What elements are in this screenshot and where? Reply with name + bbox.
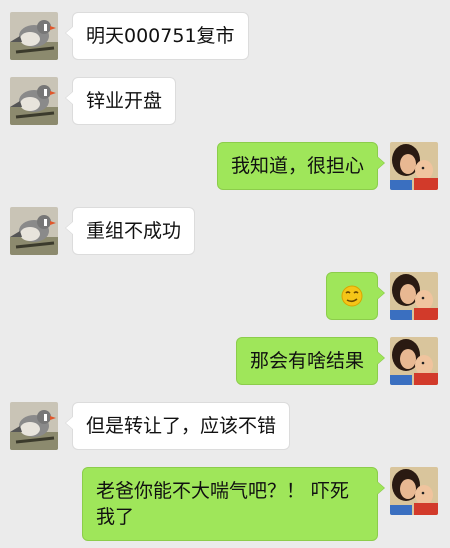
message-text: 我知道，很担心	[230, 155, 364, 177]
message-text: 老爸你能不大喘气吧？！ 吓死我了	[96, 480, 350, 528]
bird-avatar[interactable]	[10, 402, 58, 450]
bird-avatar[interactable]	[10, 207, 58, 255]
message-text: 重组不成功	[86, 220, 182, 242]
mother-child-avatar[interactable]	[390, 142, 438, 190]
message-bubble[interactable]: 老爸你能不大喘气吧？！ 吓死我了	[82, 467, 385, 541]
message-bubble[interactable]: 但是转让了，应该不错	[64, 402, 291, 450]
message-row: 我知道，很担心	[0, 142, 450, 192]
bird-avatar[interactable]	[10, 77, 58, 125]
bird-avatar[interactable]	[10, 12, 58, 60]
message-bubble[interactable]: 我知道，很担心	[216, 142, 386, 190]
message-row: 明天000751复市	[0, 12, 450, 62]
chat-window: { "messages": [ {"side":"left","text":"明…	[0, 0, 450, 548]
message-row: 重组不成功	[0, 207, 450, 257]
mother-child-avatar[interactable]	[390, 337, 438, 385]
message-bubble[interactable]: 重组不成功	[64, 207, 196, 255]
message-row	[0, 272, 450, 322]
message-bubble[interactable]: 明天000751复市	[65, 12, 249, 60]
message-text: 但是转让了，应该不错	[86, 415, 277, 437]
mother-child-avatar[interactable]	[390, 467, 438, 515]
mother-child-avatar[interactable]	[390, 272, 438, 320]
message-bubble[interactable]: 锌业开盘	[64, 77, 177, 125]
message-text: 明天000751复市	[86, 25, 235, 47]
message-row: 老爸你能不大喘气吧？！ 吓死我了	[0, 467, 450, 545]
message-bubble[interactable]	[326, 272, 385, 320]
message-row: 锌业开盘	[0, 77, 450, 127]
smirk-emoji-icon	[341, 285, 363, 307]
message-bubble[interactable]: 那会有啥结果	[235, 337, 386, 385]
message-row: 但是转让了，应该不错	[0, 402, 450, 452]
message-text: 那会有啥结果	[249, 350, 364, 372]
message-row: 那会有啥结果	[0, 337, 450, 387]
message-text: 锌业开盘	[86, 90, 163, 112]
